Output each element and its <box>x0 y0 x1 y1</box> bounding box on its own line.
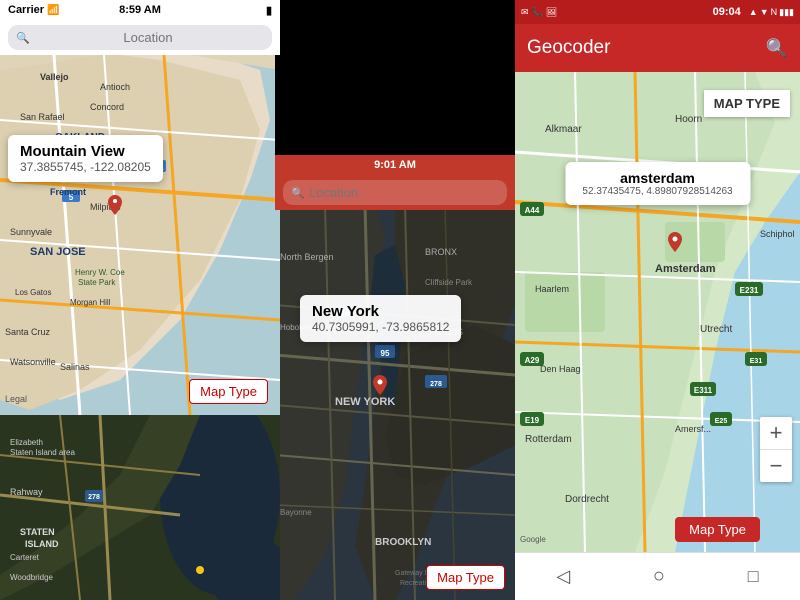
right-map-pin <box>668 232 682 257</box>
svg-text:SAN JOSE: SAN JOSE <box>30 246 86 258</box>
svg-text:Los Gatos: Los Gatos <box>15 288 51 297</box>
middle-search-bar: 🔍 <box>275 175 515 210</box>
svg-text:E311: E311 <box>694 386 713 395</box>
right-nav-bar: ◁ ○ □ <box>515 552 800 600</box>
svg-text:Amsterdam: Amsterdam <box>655 263 716 275</box>
right-toolbar: Geocoder 🔍 <box>515 24 800 72</box>
svg-text:Morgan Hill: Morgan Hill <box>70 298 111 307</box>
svg-text:Concord: Concord <box>90 102 124 112</box>
svg-text:A44: A44 <box>525 206 540 215</box>
svg-text:E19: E19 <box>525 416 540 425</box>
right-status-time: 09:04 <box>713 6 741 18</box>
svg-text:Dordrecht: Dordrecht <box>565 494 609 505</box>
search-icon: 🔍 <box>16 31 30 44</box>
svg-text:Santa Cruz: Santa Cruz <box>5 327 51 337</box>
middle-status-bar: 9:01 AM <box>275 155 515 175</box>
svg-text:E31: E31 <box>750 358 763 365</box>
svg-text:E231: E231 <box>740 286 759 295</box>
svg-text:Alkmaar: Alkmaar <box>545 124 582 135</box>
svg-text:E25: E25 <box>715 418 728 425</box>
legal-text: Legal <box>5 394 27 404</box>
left-status-bar: Carrier 📶 8:59 AM ▮ <box>0 0 280 20</box>
svg-text:BRONX: BRONX <box>425 247 457 257</box>
status-time: 8:59 AM <box>119 4 161 16</box>
middle-map: 278 95 278 North Bergen BRONX Cliffside … <box>275 205 515 600</box>
right-city-name: amsterdam <box>577 170 738 186</box>
middle-city-name: New York <box>312 303 449 320</box>
notification-icons: ✉📞🖼 <box>521 7 557 18</box>
left-map-type-button[interactable]: Map Type <box>189 379 268 404</box>
left-ios-panel: 5 101 Vallejo Antioch San Rafael Concord… <box>0 0 280 600</box>
svg-text:Google: Google <box>520 535 546 544</box>
svg-text:STATEN: STATEN <box>20 527 55 537</box>
svg-text:Vallejo: Vallejo <box>40 72 69 82</box>
middle-ios-panel: 9:01 AM 🔍 <box>275 0 515 600</box>
right-android-panel: ✉📞🖼 09:04 ▲▼N▮▮▮ Geocoder 🔍 <box>515 0 800 600</box>
svg-text:Rahway: Rahway <box>10 487 43 497</box>
middle-map-type-button[interactable]: Map Type <box>426 565 505 590</box>
svg-text:Rotterdam: Rotterdam <box>525 434 572 445</box>
svg-text:278: 278 <box>430 381 442 388</box>
nav-home-button[interactable]: ○ <box>653 565 665 588</box>
signal-icons: ▲▼N▮▮▮ <box>749 7 794 18</box>
middle-map-pin <box>373 375 387 400</box>
left-info-popup: Mountain View 37.3855745, -122.08205 <box>8 135 163 182</box>
right-status-bar: ✉📞🖼 09:04 ▲▼N▮▮▮ <box>515 0 800 24</box>
left-satellite-map: 278 Elizabeth Staten Island area Rahway … <box>0 415 280 600</box>
svg-text:Bayonne: Bayonne <box>280 508 312 517</box>
middle-black-top <box>275 0 515 155</box>
right-map-type-button[interactable]: Map Type <box>675 517 760 542</box>
wifi-icon: 📶 <box>47 5 59 16</box>
svg-text:Salinas: Salinas <box>60 362 90 372</box>
svg-text:Amersf...: Amersf... <box>675 424 711 434</box>
svg-text:San Rafael: San Rafael <box>20 112 65 122</box>
right-info-popup: amsterdam 52.37435475, 4.89807928514263 <box>565 162 750 205</box>
left-map-pin <box>108 195 122 215</box>
svg-text:Woodbridge: Woodbridge <box>10 573 54 582</box>
search-button[interactable]: 🔍 <box>766 38 788 59</box>
middle-coords: 40.7305991, -73.9865812 <box>312 320 449 334</box>
svg-text:Watsonville: Watsonville <box>10 357 56 367</box>
nav-back-button[interactable]: ◁ <box>556 566 570 587</box>
svg-text:Den Haag: Den Haag <box>540 364 581 374</box>
svg-text:BROOKLYN: BROOKLYN <box>375 537 431 548</box>
left-search-bar: 🔍 <box>0 20 280 55</box>
left-coords: 37.3855745, -122.08205 <box>20 160 151 174</box>
right-map: A44 A6 E231 E31 E25 A29 E19 Alkmaar Hoor… <box>515 72 800 552</box>
svg-text:North Bergen: North Bergen <box>280 252 334 262</box>
svg-text:Utrecht: Utrecht <box>700 324 732 335</box>
zoom-out-button[interactable]: − <box>760 450 792 482</box>
zoom-controls: + − <box>760 417 792 482</box>
svg-text:State Park: State Park <box>78 278 116 287</box>
nav-recent-button[interactable]: □ <box>748 566 759 587</box>
svg-text:Cliffside Park: Cliffside Park <box>425 278 473 287</box>
left-city-name: Mountain View <box>20 143 151 160</box>
zoom-in-button[interactable]: + <box>760 417 792 449</box>
svg-text:ISLAND: ISLAND <box>25 539 59 549</box>
left-search-input[interactable] <box>8 25 272 50</box>
middle-time: 9:01 AM <box>374 159 416 171</box>
right-map-type-label: MAP TYPE <box>704 90 790 117</box>
svg-text:Carteret: Carteret <box>10 553 40 562</box>
svg-text:A29: A29 <box>525 356 540 365</box>
svg-text:Staten Island area: Staten Island area <box>10 448 75 457</box>
svg-text:278: 278 <box>88 494 100 501</box>
svg-text:Hoorn: Hoorn <box>675 114 702 125</box>
svg-text:Fremont: Fremont <box>50 187 86 197</box>
middle-search-input[interactable] <box>283 180 507 205</box>
svg-text:Sunnyvale: Sunnyvale <box>10 227 52 237</box>
svg-text:Haarlem: Haarlem <box>535 284 569 294</box>
search-icon: 🔍 <box>291 186 305 199</box>
svg-text:Henry W. Coe: Henry W. Coe <box>75 268 125 277</box>
battery-icon: ▮ <box>266 4 272 17</box>
right-coords: 52.37435475, 4.89807928514263 <box>577 186 738 197</box>
svg-text:Elizabeth: Elizabeth <box>10 438 43 447</box>
middle-info-popup: New York 40.7305991, -73.9865812 <box>300 295 461 342</box>
svg-text:Schiphol: Schiphol <box>760 229 795 239</box>
carrier-label: Carrier <box>8 4 44 16</box>
svg-text:Antioch: Antioch <box>100 82 130 92</box>
svg-text:95: 95 <box>381 349 390 358</box>
app-title: Geocoder <box>527 37 610 59</box>
